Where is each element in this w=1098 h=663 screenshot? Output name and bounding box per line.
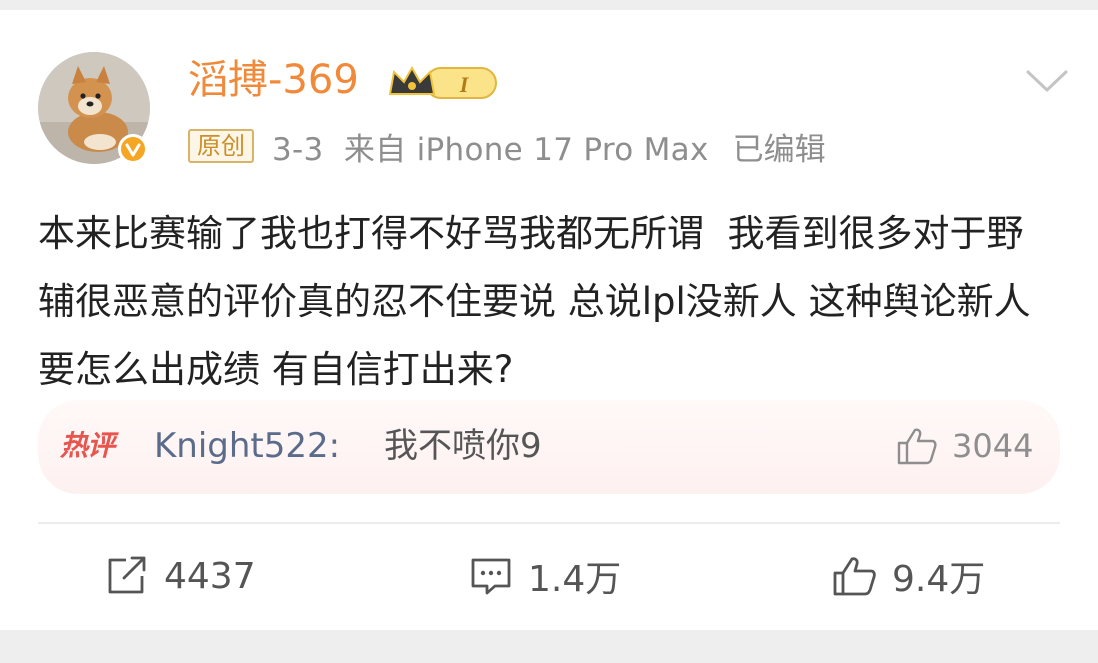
divider (38, 522, 1060, 524)
repost-count: 4437 (164, 555, 256, 597)
chevron-down-icon[interactable] (1024, 66, 1070, 96)
post-text: 本来比赛输了我也打得不好骂我都无所谓 我看到很多对于野辅很恶意的评价真的忍不住要… (38, 212, 1031, 391)
thumbs-up-icon (833, 557, 876, 596)
comment-count: 1.4万 (528, 559, 622, 600)
hot-comment-author[interactable]: Knight522: (154, 422, 340, 470)
original-tag: 原创 (188, 129, 254, 163)
verified-badge-icon (118, 134, 148, 164)
thumbs-up-icon[interactable] (896, 426, 938, 466)
repost-icon (108, 556, 146, 594)
crown-icon[interactable]: I (386, 62, 500, 102)
hot-comment-like-count: 3044 (952, 427, 1034, 465)
comment-icon (471, 558, 511, 595)
like-count: 9.4万 (892, 559, 986, 600)
comment-button[interactable]: 1.4万 (468, 550, 621, 602)
level-label: I (459, 72, 470, 97)
post-time-source: 3-3 来自 iPhone 17 Pro Max (272, 131, 709, 168)
edited-label[interactable]: 已编辑 (733, 124, 826, 169)
post-meta: 原创 3-3 来自 iPhone 17 Pro Max 已编辑 (188, 124, 826, 169)
weibo-post-card: 滔搏-369 I 原创 3-3 来自 iPhone 17 Pro Max 已编辑… (0, 10, 1098, 630)
hot-comment-text: 我不喷你9 (384, 426, 542, 466)
author-name[interactable]: 滔搏-369 (188, 54, 359, 106)
hot-comment[interactable]: 热评 Knight522: 我不喷你9 3044 (38, 400, 1060, 494)
repost-button[interactable]: 4437 (104, 550, 256, 602)
hot-comment-tag: 热评 (60, 429, 115, 462)
like-button[interactable]: 9.4万 (832, 550, 985, 602)
